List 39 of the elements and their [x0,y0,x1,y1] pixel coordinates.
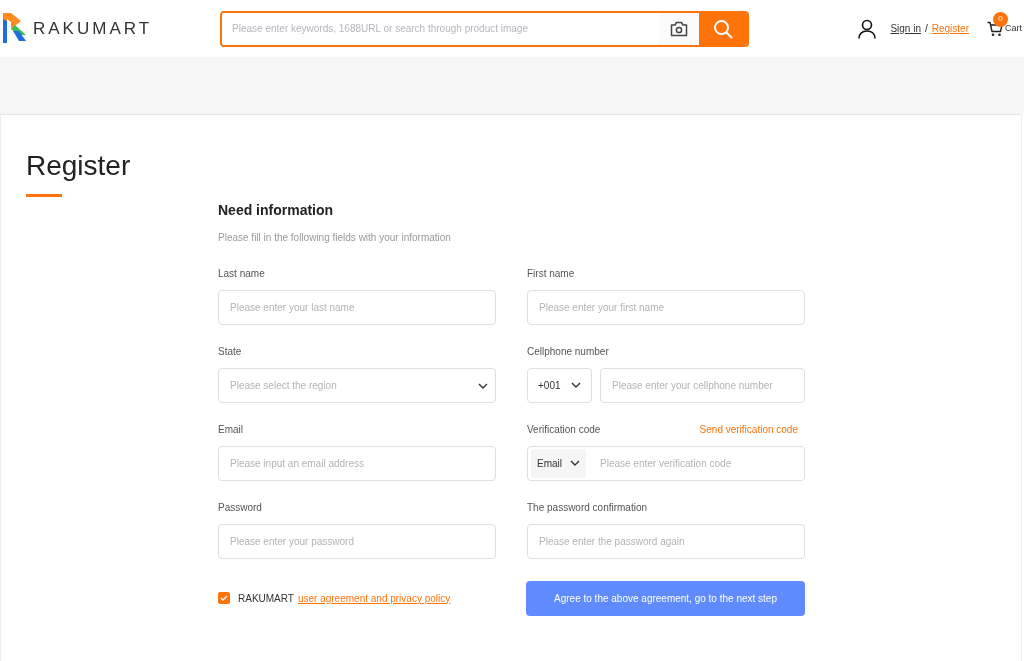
input-field[interactable]: Please enter your password [218,523,496,559]
chevron-down-icon [571,382,581,389]
field-label: The password confirmation [527,501,648,516]
sign-in-link[interactable]: Sign in [890,21,921,36]
method-select[interactable]: Email [531,448,586,478]
chevron-down-icon [478,382,488,389]
input-field[interactable]: Please enter the password again [527,523,805,559]
phone-field[interactable]: Please enter your cellphone number [600,367,805,403]
camera-icon[interactable] [670,20,689,37]
logo-icon [3,13,27,44]
title-underline [26,193,62,197]
input-field[interactable]: Please enter your first name [527,289,805,325]
agreement-text: RAKUMART [238,591,294,606]
agreement-checkbox[interactable] [218,592,230,605]
search-field[interactable]: Please enter keywords, 1688URL or search through product image [220,10,750,47]
search-icon [713,18,734,39]
logo-text: RAKUMART [33,17,153,40]
code-field[interactable]: Email Please enter verification code [527,445,805,481]
field-label: Verification code [527,423,601,438]
page-title: Register [26,149,132,183]
section-hint: Please fill in the following fields with your information [218,230,452,245]
chevron-down-icon [570,460,580,467]
search-button[interactable] [699,12,748,45]
section-title: Need information [218,200,335,220]
region-select[interactable]: Please select the region [218,367,496,403]
field-label: Password [218,501,262,516]
field-label: Cellphone number [527,345,609,360]
user-icon[interactable] [858,18,877,39]
field-label: Last name [218,267,265,282]
field-label: Email [218,423,243,438]
cart-icon[interactable] [987,20,1003,37]
input-field[interactable]: Please input an email address [218,445,496,481]
cart-label[interactable]: Cart [1005,21,1022,36]
input-field[interactable]: Please enter your last name [218,289,496,325]
field-label: First name [527,267,575,282]
field-label: State [218,345,242,360]
separator-text: / [924,22,928,36]
country-code-select[interactable]: +001 [527,367,592,403]
check-icon [220,595,228,602]
